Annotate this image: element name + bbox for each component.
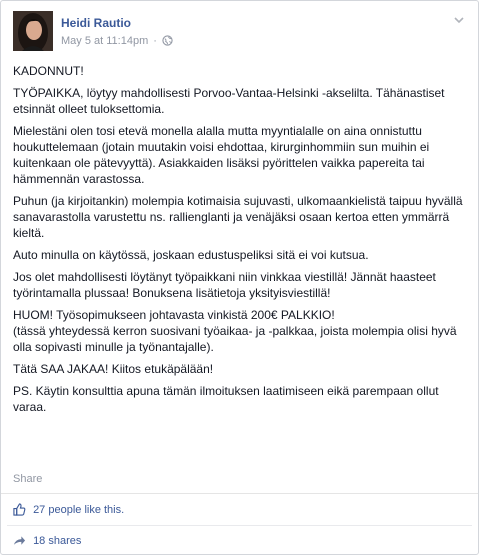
author-name[interactable]: Heidi Rautio xyxy=(61,16,131,30)
chevron-down-icon[interactable] xyxy=(452,13,466,27)
post-meta: May 5 at 11:14pm · xyxy=(61,35,173,49)
shares-count[interactable]: 18 shares xyxy=(13,535,81,547)
post-header: Heidi Rautio May 5 at 11:14pm · xyxy=(13,11,468,53)
facebook-post: Heidi Rautio May 5 at 11:14pm · KADONNUT… xyxy=(0,0,479,555)
likes-text[interactable]: 27 people like this. xyxy=(33,504,124,516)
post-paragraph: KADONNUT! xyxy=(13,64,84,78)
thumbs-up-icon xyxy=(13,503,33,516)
post-paragraph: Jos olet mahdollisesti löytänyt työpaikk… xyxy=(13,270,436,300)
meta-separator: · xyxy=(153,35,157,47)
post-body: KADONNUT! TYÖPAIKKA, löytyy mahdollisest… xyxy=(13,63,471,421)
globe-icon[interactable] xyxy=(162,35,173,49)
timestamp[interactable]: May 5 at 11:14pm xyxy=(61,35,148,47)
share-arrow-icon xyxy=(13,535,33,547)
avatar[interactable] xyxy=(13,11,53,51)
post-paragraph: Mielestäni olen tosi etevä monella alall… xyxy=(13,124,430,186)
divider xyxy=(1,493,478,494)
shares-text[interactable]: 18 shares xyxy=(33,535,81,547)
post-paragraph: Tätä SAA JAKAA! Kiitos etukäpälään! xyxy=(13,362,214,376)
likes-count[interactable]: 27 people like this. xyxy=(13,503,124,516)
divider xyxy=(7,525,472,526)
post-paragraph: HUOM! Työsopimukseen johtavasta vinkistä… xyxy=(13,308,457,354)
post-paragraph: PS. Käytin konsulttia apuna tämän ilmoit… xyxy=(13,384,439,414)
share-button[interactable]: Share xyxy=(13,473,42,485)
post-paragraph: Auto minulla on käytössä, joskaan edustu… xyxy=(13,248,369,262)
post-paragraph: Puhun (ja kirjoitankin) molempia kotimai… xyxy=(13,194,463,240)
post-paragraph: TYÖPAIKKA, löytyy mahdollisesti Porvoo-V… xyxy=(13,86,445,116)
